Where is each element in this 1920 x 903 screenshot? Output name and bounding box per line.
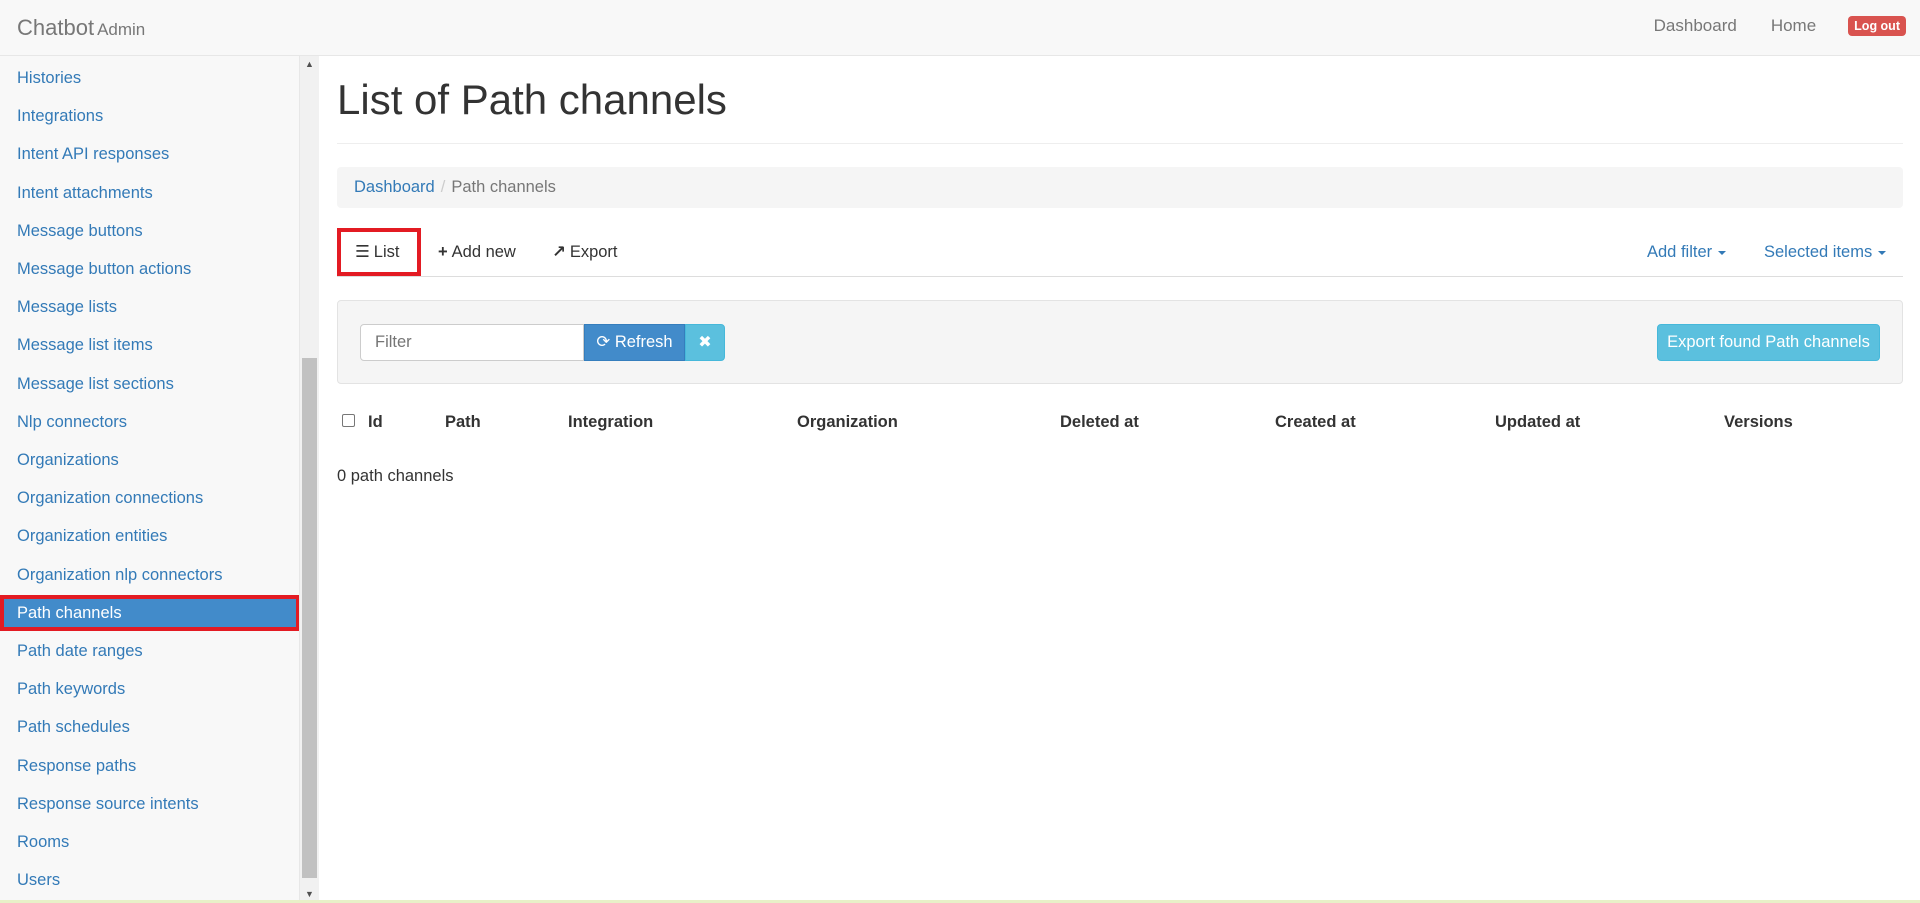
caret-down-icon — [1878, 250, 1887, 255]
sidebar-item-message-buttons[interactable]: Message buttons — [0, 213, 299, 249]
sidebar-item-integrations[interactable]: Integrations — [0, 98, 299, 134]
sidebar-item-message-list-sections[interactable]: Message list sections — [0, 366, 299, 402]
refresh-icon: ⟳ — [596, 333, 611, 351]
caret-down-icon — [1718, 250, 1727, 255]
column-header-path[interactable]: Path — [445, 413, 481, 432]
tab-export[interactable]: ↗ Export — [552, 228, 618, 276]
sidebar-item-message-list-items[interactable]: Message list items — [0, 327, 299, 363]
sidebar-item-organizations[interactable]: Organizations — [0, 442, 299, 478]
column-header-id[interactable]: Id — [368, 413, 383, 432]
column-header-versions[interactable]: Versions — [1724, 413, 1793, 432]
tab-list[interactable]: ☰ List — [337, 228, 421, 276]
sidebar-scrollbar[interactable]: ▲ ▼ — [300, 56, 319, 903]
brand-subtitle: Admin — [97, 20, 146, 39]
scroll-thumb[interactable] — [302, 358, 317, 878]
breadcrumb-dashboard-link[interactable]: Dashboard — [354, 178, 435, 196]
select-all-checkbox[interactable] — [342, 414, 355, 427]
sidebar-item-organization-entities[interactable]: Organization entities — [0, 518, 299, 554]
breadcrumb-current: Path channels — [451, 178, 556, 196]
sidebar-item-nlp-connectors[interactable]: Nlp connectors — [0, 404, 299, 440]
tab-export-label: Export — [569, 243, 618, 261]
breadcrumb-separator: / — [440, 178, 446, 196]
column-header-updated-at[interactable]: Updated at — [1495, 413, 1580, 432]
record-count: 0 path channels — [337, 467, 454, 485]
sidebar-item-path-schedules[interactable]: Path schedules — [0, 709, 299, 745]
sidebar-item-message-lists[interactable]: Message lists — [0, 289, 299, 325]
logout-button[interactable]: Log out — [1848, 16, 1906, 36]
column-header-integration[interactable]: Integration — [568, 413, 653, 432]
clear-filter-button[interactable]: ✖ — [685, 324, 725, 361]
refresh-label: Refresh — [614, 333, 673, 351]
column-header-organization[interactable]: Organization — [797, 413, 898, 432]
tab-add-new-label: Add new — [451, 243, 516, 261]
sidebar-item-message-button-actions[interactable]: Message button actions — [0, 251, 299, 287]
sidebar-item-intent-attachments[interactable]: Intent attachments — [0, 175, 299, 211]
page-title: List of Path channels — [337, 76, 727, 123]
brand-title: Chatbot — [17, 15, 95, 40]
table-header: Id Path Integration Organization Deleted… — [337, 413, 1903, 449]
sidebar-item-histories[interactable]: Histories — [0, 60, 299, 96]
sidebar-item-organization-connections[interactable]: Organization connections — [0, 480, 299, 516]
top-nav-links: Dashboard Home Log out — [1620, 16, 1906, 36]
title-divider — [337, 143, 1903, 144]
add-filter-label: Add filter — [1647, 243, 1713, 261]
filter-panel: ⟳ Refresh ✖ Export found Path channels — [337, 300, 1903, 384]
sidebar-item-intent-api-responses[interactable]: Intent API responses — [0, 136, 299, 172]
refresh-button[interactable]: ⟳ Refresh — [584, 324, 685, 361]
scroll-up-arrow-icon[interactable]: ▲ — [300, 56, 319, 73]
plus-icon: + — [438, 243, 448, 261]
tab-add-new[interactable]: + Add new — [438, 228, 516, 276]
sidebar: Histories Integrations Intent API response… — [0, 56, 300, 903]
nav-dashboard-link[interactable]: Dashboard — [1654, 16, 1737, 36]
breadcrumb: Dashboard / Path channels — [337, 167, 1903, 208]
share-icon: ↗ — [552, 243, 566, 261]
column-header-deleted-at[interactable]: Deleted at — [1060, 413, 1139, 432]
top-navbar: Chatbot Admin Dashboard Home Log out — [0, 0, 1920, 56]
sidebar-item-users[interactable]: Users — [0, 862, 299, 898]
close-icon: ✖ — [698, 334, 712, 351]
nav-home-link[interactable]: Home — [1771, 16, 1816, 36]
tab-list-label: List — [373, 243, 400, 261]
brand[interactable]: Chatbot Admin — [17, 15, 145, 41]
sidebar-item-path-date-ranges[interactable]: Path date ranges — [0, 633, 299, 669]
sidebar-item-path-keywords[interactable]: Path keywords — [0, 671, 299, 707]
sidebar-item-response-source-intents[interactable]: Response source intents — [0, 786, 299, 822]
add-filter-dropdown[interactable]: Add filter — [1647, 228, 1727, 276]
list-icon: ☰ — [355, 243, 370, 261]
selected-items-dropdown[interactable]: Selected items — [1764, 228, 1887, 276]
sidebar-item-path-channels[interactable]: Path channels — [0, 595, 299, 631]
export-found-button[interactable]: Export found Path channels — [1657, 324, 1880, 361]
sidebar-item-rooms[interactable]: Rooms — [0, 824, 299, 860]
sidebar-item-organization-nlp-connectors[interactable]: Organization nlp connectors — [0, 557, 299, 593]
tabs-divider — [337, 276, 1903, 277]
column-header-created-at[interactable]: Created at — [1275, 413, 1356, 432]
sidebar-item-response-paths[interactable]: Response paths — [0, 748, 299, 784]
filter-input[interactable] — [360, 324, 584, 361]
selected-items-label: Selected items — [1764, 243, 1873, 261]
